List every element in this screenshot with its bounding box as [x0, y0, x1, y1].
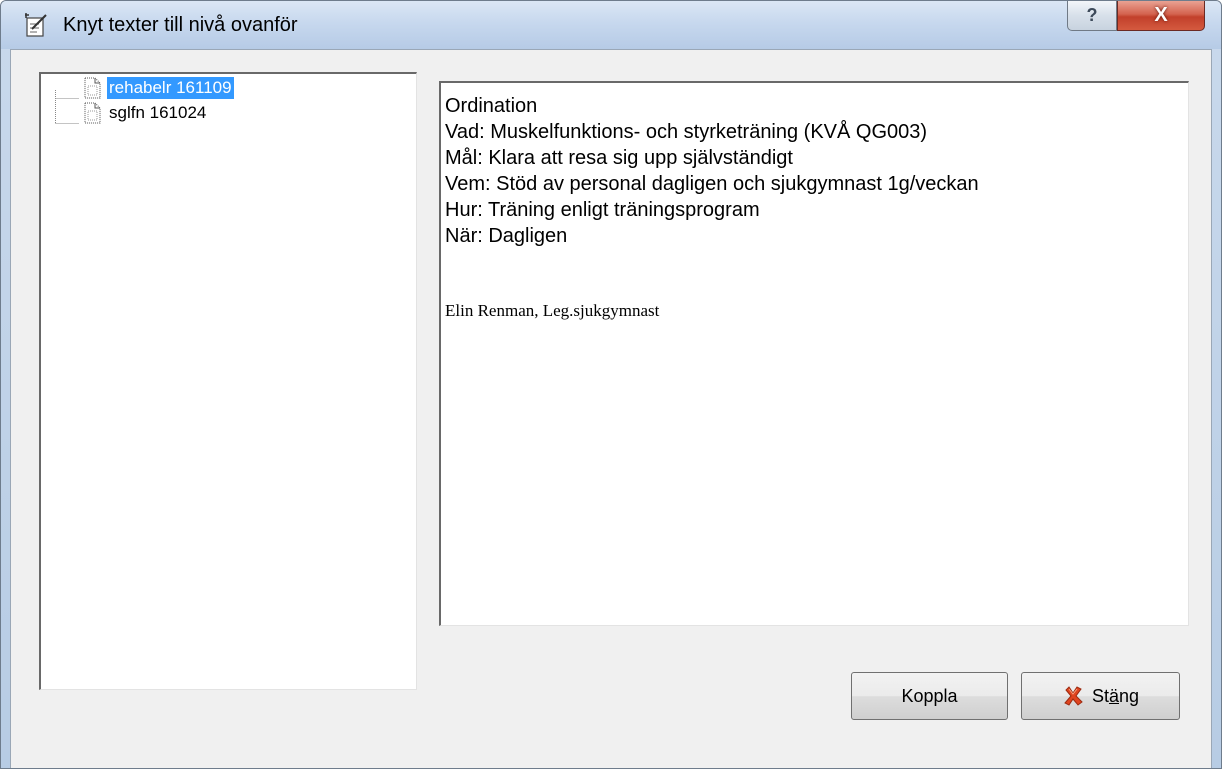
text-line: Vad: Muskelfunktions- och styrketräning …: [445, 121, 928, 143]
text-line: Mål: Klara att resa sig upp självständig…: [445, 147, 793, 169]
document-icon: [84, 102, 101, 124]
edit-document-icon: [25, 13, 47, 37]
stang-button[interactable]: Stäng: [1021, 672, 1180, 720]
tree-item-label: sglfn 161024: [109, 103, 207, 122]
help-button[interactable]: ?: [1067, 1, 1117, 31]
text-tree-view[interactable]: rehabelr 161109 sglfn 161024: [39, 72, 417, 690]
koppla-button[interactable]: Koppla: [851, 672, 1008, 720]
dialog-window: Knyt texter till nivå ovanför ? X rehabe…: [0, 0, 1222, 769]
tree-item-label: rehabelr 161109: [107, 77, 234, 99]
text-line: Hur: Träning enligt träningsprogram: [445, 199, 760, 221]
close-window-button[interactable]: X: [1117, 1, 1205, 31]
dialog-client-area: rehabelr 161109 sglfn 161024 Ordination …: [10, 49, 1212, 768]
stang-button-label: Stäng: [1091, 685, 1140, 706]
tree-item-rehabelr[interactable]: rehabelr 161109: [55, 76, 234, 100]
signature: Elin Renman, Leg.sjukgymnast: [445, 301, 660, 320]
text-line: När: Dagligen: [445, 225, 568, 247]
text-line: Vem: Stöd av personal dagligen och sjukg…: [445, 173, 979, 195]
tree-item-sglfn[interactable]: sglfn 161024: [55, 101, 208, 125]
text-line: Ordination: [445, 95, 538, 117]
red-x-icon: [1064, 686, 1083, 706]
document-icon: [84, 77, 101, 99]
text-preview-pane[interactable]: Ordination Vad: Muskelfunktions- och sty…: [439, 81, 1189, 626]
koppla-button-label: Koppla: [901, 685, 958, 706]
window-title: Knyt texter till nivå ovanför: [63, 14, 298, 36]
title-bar[interactable]: Knyt texter till nivå ovanför ? X: [1, 1, 1221, 49]
